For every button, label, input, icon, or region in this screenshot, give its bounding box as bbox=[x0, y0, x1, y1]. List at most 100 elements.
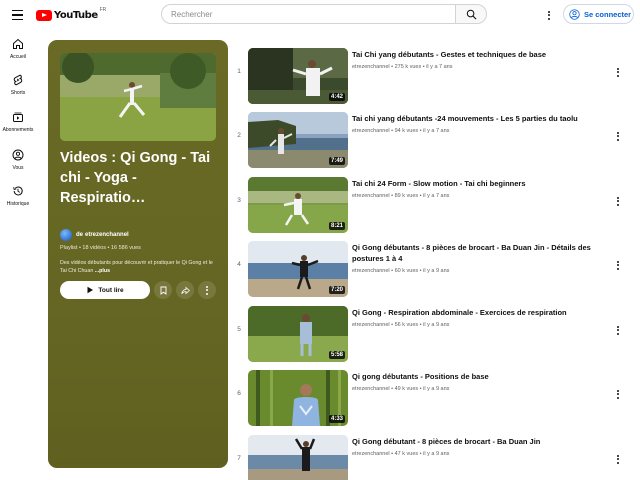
playlist-channel-link[interactable]: de etrezenchannel bbox=[60, 229, 129, 241]
video-channel[interactable]: etrezenchannel bbox=[352, 322, 390, 328]
video-duration: 8:21 bbox=[328, 222, 345, 230]
video-meta: etrezenchannel • 47 k vues • il y a 9 an… bbox=[352, 451, 450, 457]
video-more-icon[interactable] bbox=[612, 388, 624, 400]
video-stats: 47 k vues • il y a 9 ans bbox=[394, 451, 450, 457]
signin-button[interactable]: Se connecter bbox=[563, 4, 634, 24]
sidebar-item-shorts[interactable]: Shorts bbox=[0, 74, 36, 96]
video-more-icon[interactable] bbox=[612, 324, 624, 336]
video-channel[interactable]: etrezenchannel bbox=[352, 128, 390, 134]
play-all-label: Tout lire bbox=[98, 286, 124, 294]
video-title[interactable]: Tai Chi yang débutants - Gestes et techn… bbox=[352, 49, 624, 60]
bookmark-icon bbox=[160, 286, 166, 295]
list-item[interactable]: 5 5:58 Qi Gong - Respiration abdominale … bbox=[230, 298, 640, 362]
playlist-title: Videos : Qi Gong - Tai chi - Yoga - Resp… bbox=[60, 150, 211, 206]
video-title[interactable]: Qi gong débutants - Positions de base bbox=[352, 371, 624, 382]
sidebar-item-label: Vous bbox=[12, 165, 24, 171]
video-index: 2 bbox=[237, 132, 241, 139]
list-item[interactable]: 6 4:33 Qi gong débutants - Positions de … bbox=[230, 362, 640, 426]
top-bar: YouTube FR Rechercher Se connecter bbox=[0, 0, 640, 30]
video-thumbnail[interactable]: 8:21 bbox=[248, 177, 348, 233]
search-input[interactable]: Rechercher bbox=[161, 4, 456, 24]
video-meta: etrezenchannel • 49 k vues • il y a 9 an… bbox=[352, 386, 450, 392]
video-stats: 49 k vues • il y a 9 ans bbox=[394, 386, 450, 392]
video-thumbnail[interactable]: 5:58 bbox=[248, 306, 348, 362]
video-thumbnail[interactable]: 7:20 bbox=[248, 241, 348, 297]
you-icon bbox=[12, 149, 24, 161]
play-all-button[interactable]: Tout lire bbox=[60, 281, 150, 299]
playlist-meta: Playlist • 18 vidéos • 16 586 vues bbox=[60, 245, 141, 251]
video-duration: 7:20 bbox=[328, 286, 345, 294]
video-title[interactable]: Tai chi 24 Form - Slow motion - Tai chi … bbox=[352, 178, 624, 189]
menu-icon[interactable] bbox=[10, 7, 26, 23]
search-icon bbox=[466, 9, 476, 19]
video-thumbnail[interactable]: 4:33 bbox=[248, 370, 348, 426]
list-item[interactable]: 7 Qi Gong débutant - 8 pièces de brocart… bbox=[230, 427, 640, 480]
video-duration: 5:58 bbox=[328, 351, 345, 359]
list-item[interactable]: 2 7:49 Tai chi yang débutants -24 mouvem… bbox=[230, 104, 640, 168]
list-item[interactable]: 4 7:20 Qi Gong débutants - 8 pièces de b… bbox=[230, 233, 640, 297]
video-duration: 7:49 bbox=[328, 157, 345, 165]
video-channel[interactable]: etrezenchannel bbox=[352, 386, 390, 392]
video-title[interactable]: Qi Gong - Respiration abdominale - Exerc… bbox=[352, 307, 624, 318]
sidebar-item-you[interactable]: Vous bbox=[0, 149, 36, 171]
youtube-play-logo-icon bbox=[36, 9, 52, 21]
save-playlist-button[interactable] bbox=[154, 281, 172, 299]
sidebar-item-label: Historique bbox=[6, 201, 30, 207]
video-channel[interactable]: etrezenchannel bbox=[352, 64, 390, 70]
video-thumbnail[interactable]: 7:49 bbox=[248, 112, 348, 168]
signin-label: Se connecter bbox=[584, 9, 632, 19]
video-meta: etrezenchannel • 56 k vues • il y a 9 an… bbox=[352, 322, 450, 328]
video-more-icon[interactable] bbox=[612, 259, 624, 271]
video-index: 7 bbox=[237, 455, 241, 462]
video-more-icon[interactable] bbox=[612, 66, 624, 78]
playlist-description-text: Des vidéos débutants pour découvrir et p… bbox=[60, 260, 213, 274]
video-duration: 4:33 bbox=[328, 415, 345, 423]
video-stats: 89 k vues • il y a 7 ans bbox=[394, 193, 450, 199]
video-more-icon[interactable] bbox=[612, 453, 624, 465]
history-icon bbox=[13, 186, 23, 196]
video-channel[interactable]: etrezenchannel bbox=[352, 451, 390, 457]
subscriptions-icon bbox=[13, 112, 23, 122]
video-index: 6 bbox=[237, 390, 241, 397]
share-button[interactable] bbox=[176, 281, 194, 299]
sidebar-item-subscriptions[interactable]: Abonnements bbox=[0, 111, 36, 133]
sidebar-item-label: Shorts bbox=[10, 90, 26, 96]
video-channel[interactable]: etrezenchannel bbox=[352, 268, 390, 274]
sidebar-item-home[interactable]: Accueil bbox=[0, 38, 36, 60]
video-more-icon[interactable] bbox=[612, 195, 624, 207]
video-title[interactable]: Tai chi yang débutants -24 mouvements - … bbox=[352, 113, 624, 124]
country-code: FR bbox=[99, 7, 107, 13]
youtube-logo[interactable]: YouTube FR bbox=[36, 7, 107, 22]
search-button[interactable] bbox=[455, 4, 487, 24]
video-index: 5 bbox=[237, 326, 241, 333]
sidebar-item-history[interactable]: Historique bbox=[0, 185, 36, 207]
home-icon bbox=[13, 38, 23, 49]
video-more-icon[interactable] bbox=[612, 130, 624, 142]
video-stats: 94 k vues • il y a 7 ans bbox=[394, 128, 450, 134]
channel-name: etrezenchannel bbox=[85, 232, 129, 238]
shorts-icon bbox=[13, 74, 23, 86]
video-meta: etrezenchannel • 89 k vues • il y a 7 an… bbox=[352, 193, 450, 199]
video-thumbnail[interactable] bbox=[248, 435, 348, 480]
more-link[interactable]: ...plus bbox=[95, 268, 110, 274]
video-title[interactable]: Qi Gong débutant - 8 pièces de brocart -… bbox=[352, 436, 624, 447]
video-index: 3 bbox=[237, 197, 241, 204]
playlist-more-button[interactable] bbox=[198, 281, 216, 299]
video-stats: 60 k vues • il y a 9 ans bbox=[394, 268, 450, 274]
playlist-cover-image[interactable] bbox=[60, 53, 216, 141]
video-meta: etrezenchannel • 94 k vues • il y a 7 an… bbox=[352, 128, 450, 134]
playlist-description[interactable]: Des vidéos débutants pour découvrir et p… bbox=[60, 259, 218, 275]
search-placeholder: Rechercher bbox=[171, 9, 213, 19]
video-duration: 4:42 bbox=[328, 93, 345, 101]
share-icon bbox=[180, 286, 190, 294]
video-stats: 56 k vues • il y a 9 ans bbox=[394, 322, 450, 328]
list-item[interactable]: 3 8:21 Tai chi 24 Form - Slow motion - T… bbox=[230, 169, 640, 233]
settings-more-icon[interactable] bbox=[543, 9, 555, 21]
video-channel[interactable]: etrezenchannel bbox=[352, 193, 390, 199]
video-thumbnail[interactable]: 4:42 bbox=[248, 48, 348, 104]
channel-prefix: de bbox=[76, 232, 84, 238]
account-circle-icon bbox=[569, 8, 580, 20]
video-title[interactable]: Qi Gong débutants - 8 pièces de brocart … bbox=[352, 242, 624, 264]
list-item[interactable]: 1 4:42 Tai Chi yang débutants - Gestes e… bbox=[230, 40, 640, 104]
video-index: 4 bbox=[237, 261, 241, 268]
